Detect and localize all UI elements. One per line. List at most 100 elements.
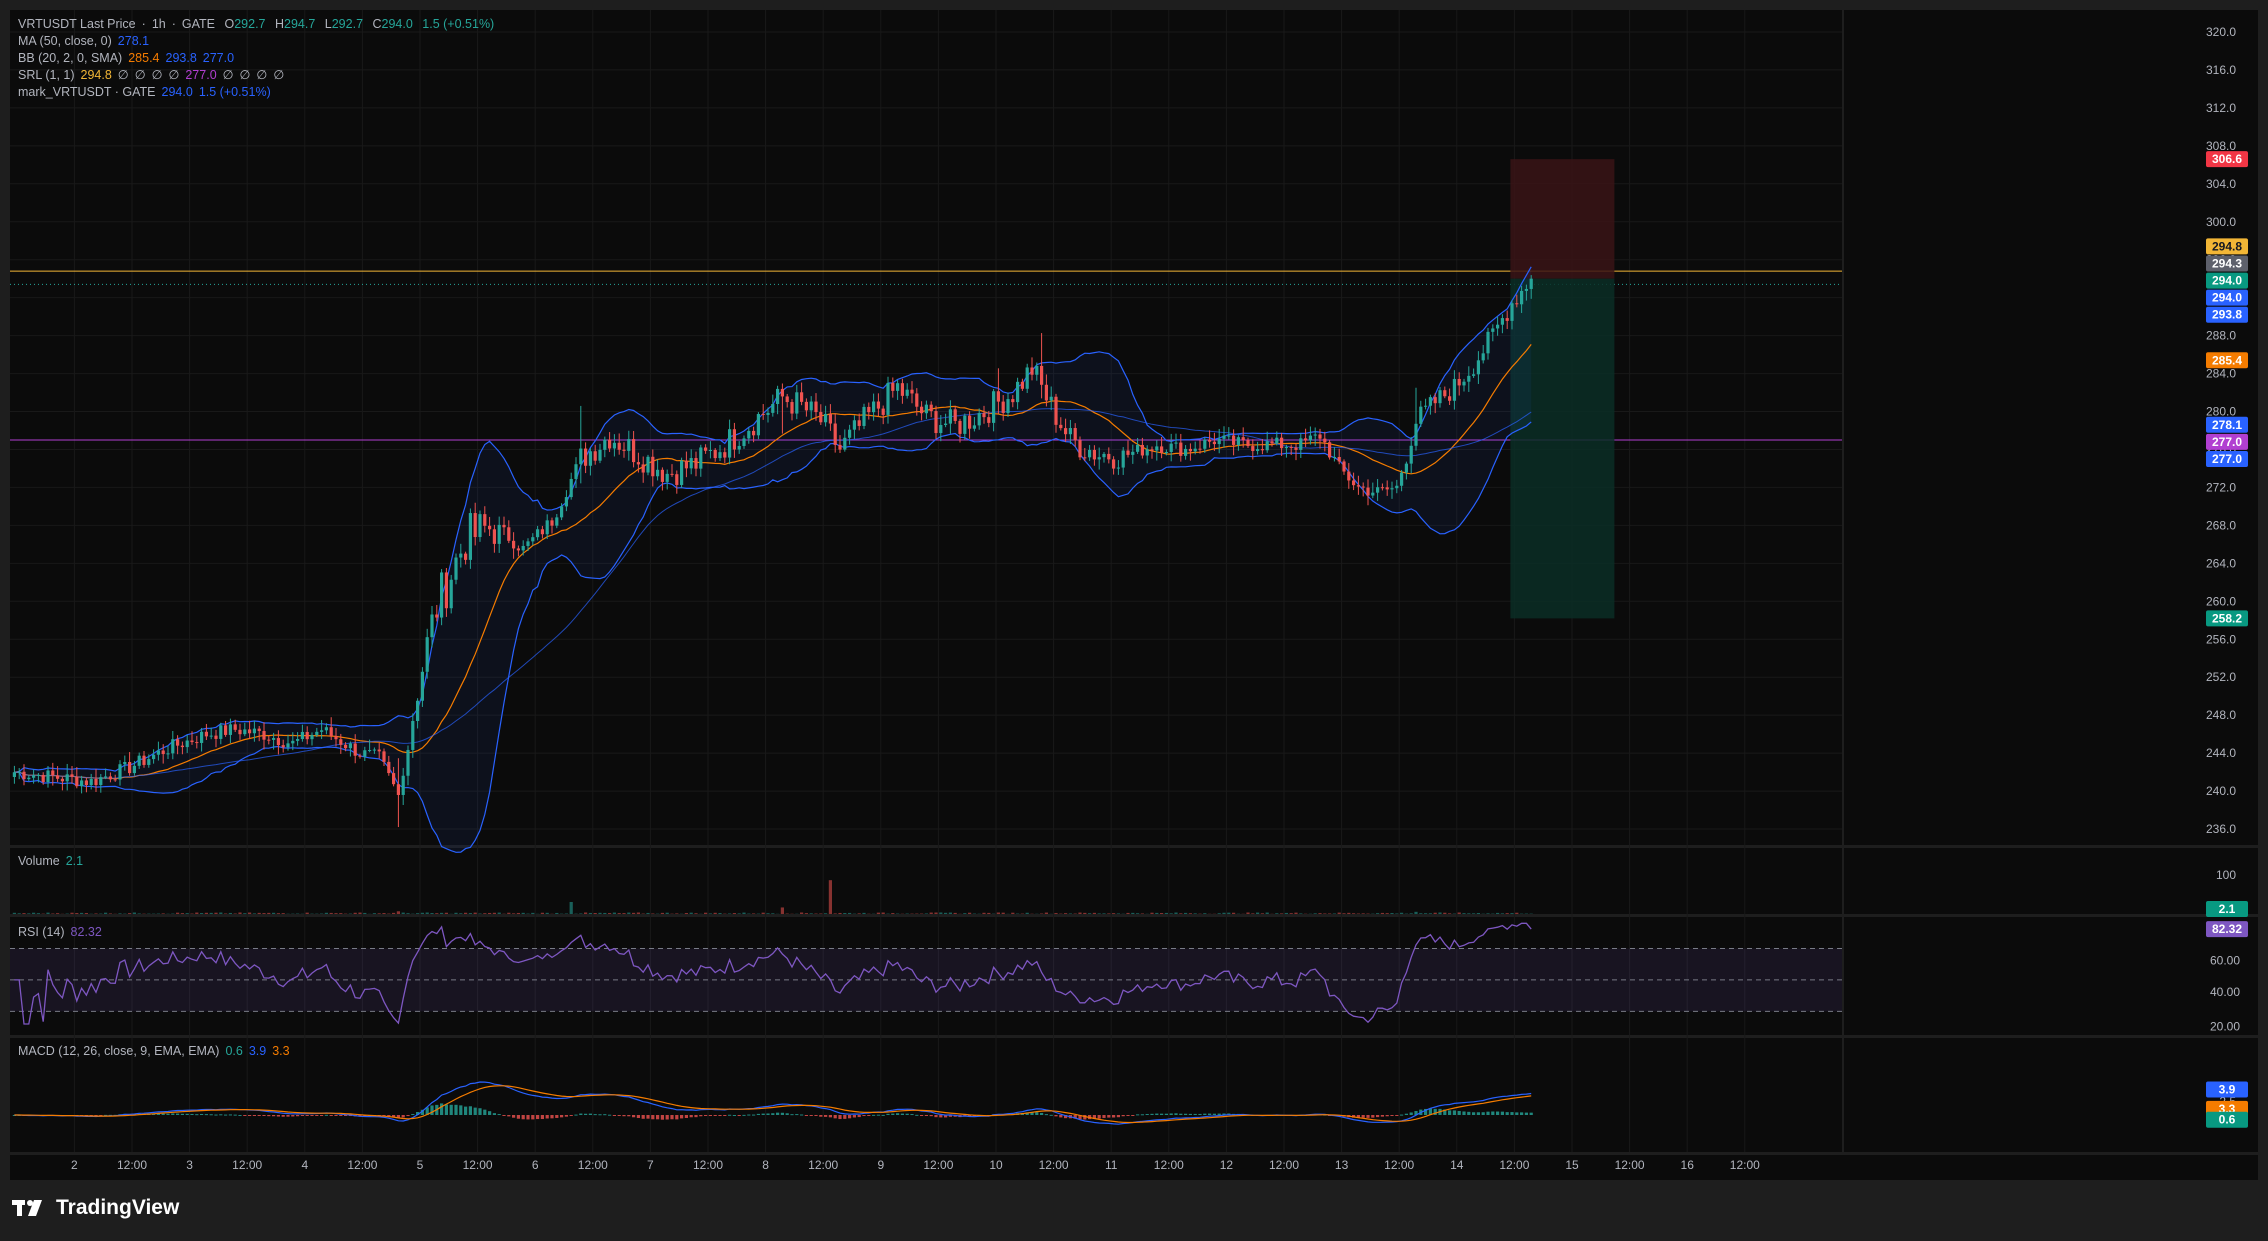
price-tag: 277.0 [2212,452,2242,466]
candle-body [401,775,405,795]
candle-body [996,391,1000,402]
time-tick-label: 12:00 [117,1158,147,1172]
o-label: O [224,17,235,31]
volume-bar [598,912,602,914]
macd-histogram-bar [776,1112,780,1115]
rsi-legend[interactable]: RSI (14) 82.32 [18,924,108,941]
macd-histogram-bar [195,1114,199,1116]
macd-histogram-bar [790,1114,794,1116]
macd-histogram-bar [550,1115,554,1119]
macd-histogram-bar [617,1115,621,1116]
macd-histogram-bar [800,1114,804,1116]
macd-histogram-bar [262,1115,266,1116]
volume-bar [1227,912,1231,914]
ma-label: MA (50, close, 0) [18,34,112,48]
time-tick-label: 15 [1565,1158,1579,1172]
macd-histogram-bar [1203,1113,1207,1115]
candle-body [699,447,703,469]
volume-bar [584,912,588,914]
bb-upper: 293.8 [165,51,197,65]
candle-body [1251,446,1255,452]
srl-legend[interactable]: SRL (1, 1) 294.8 ∅ ∅ ∅ ∅ 277.0 ∅ ∅ ∅ ∅ [18,67,290,84]
macd-signal-value: 3.3 [272,1044,290,1058]
macd-histogram-bar [305,1115,309,1116]
candle-body [1390,488,1394,490]
candle-body [804,401,808,411]
macd-histogram-bar [228,1114,232,1116]
volume-bar [219,912,223,914]
macd-histogram-bar [339,1115,343,1116]
candle-body [1332,456,1336,458]
macd-histogram-bar [1505,1112,1509,1115]
volume-bar [891,913,895,914]
volume-bar [416,913,420,914]
volume-bar [987,912,991,914]
volume-bar [627,912,631,914]
volume-bar [339,913,343,914]
volume-pane [10,848,1842,914]
candle-body [1236,437,1240,445]
candle-body [843,437,847,450]
bb-legend[interactable]: BB (20, 2, 0, SMA) 285.4 293.8 277.0 [18,50,240,67]
macd-histogram-bar [233,1114,237,1116]
macd-histogram-bar [1164,1113,1168,1115]
macd-histogram-bar [176,1113,180,1115]
price-tick-label: 280.0 [2206,405,2236,419]
candle-body [848,429,852,438]
brand-name: TradingView [56,1196,180,1219]
volume-bar [1160,912,1164,914]
price-tick-label: 304.0 [2206,177,2236,191]
candle-body [1006,399,1010,413]
volume-bar [1102,913,1106,914]
candle-body [1529,278,1533,289]
volume-bar [694,913,698,914]
candle-body [593,451,597,461]
candle-body [1256,449,1260,452]
volume-legend[interactable]: Volume 2.1 [18,853,89,870]
legend-symbol[interactable]: VRTUSDT Last Price [18,17,136,31]
candle-body [1265,441,1269,451]
candle-body [1356,485,1360,487]
volume-bar [588,912,592,914]
volume-bar [262,913,266,914]
candle-body [780,388,784,397]
candle-body [1500,318,1504,325]
volume-bar [1467,913,1471,914]
srl-v10: ∅ [273,68,285,82]
macd-histogram-bar [848,1115,852,1119]
volume-bar [1092,912,1096,914]
volume-bar [252,913,256,914]
macd-histogram-bar [555,1115,559,1118]
macd-histogram-bar [785,1113,789,1115]
price-tick-label: 284.0 [2206,367,2236,381]
macd-histogram-bar [296,1115,300,1117]
candle-body [1476,360,1480,375]
tradingview-logo[interactable]: TradingView [12,1196,179,1220]
volume-bar [617,913,621,914]
candle-body [296,739,300,741]
volume-bar [800,912,804,914]
macd-histogram-bar [1395,1115,1399,1116]
volume-bar [444,912,448,914]
macd-histogram-bar [300,1115,304,1116]
macd-histogram-bar [204,1114,208,1116]
volume-bar [1476,912,1480,914]
volume-bar [1337,912,1341,914]
volume-bar [1428,913,1432,914]
volume-bar [27,913,31,914]
ma-legend[interactable]: MA (50, close, 0) 278.1 [18,33,155,50]
macd-histogram-bar [598,1114,602,1116]
candle-body [732,429,736,450]
macd-histogram-bar [545,1115,549,1119]
chart-canvas[interactable]: 320.0316.0312.0308.0304.0300.0296.0292.0… [0,0,2268,1241]
volume-bar [833,913,837,914]
candle-body [387,761,391,774]
volume-bar [1246,912,1250,914]
volume-bar [1500,913,1504,914]
mark-legend[interactable]: mark_VRTUSDT · GATE 294.0 1.5 (+0.51%) [18,84,277,101]
candle-body [329,727,333,737]
price-tick-label: 272.0 [2206,480,2236,494]
volume-bar [1174,912,1178,914]
macd-legend[interactable]: MACD (12, 26, close, 9, EMA, EMA) 0.6 3.9 3… [18,1043,296,1060]
time-tick-label: 9 [877,1158,884,1172]
